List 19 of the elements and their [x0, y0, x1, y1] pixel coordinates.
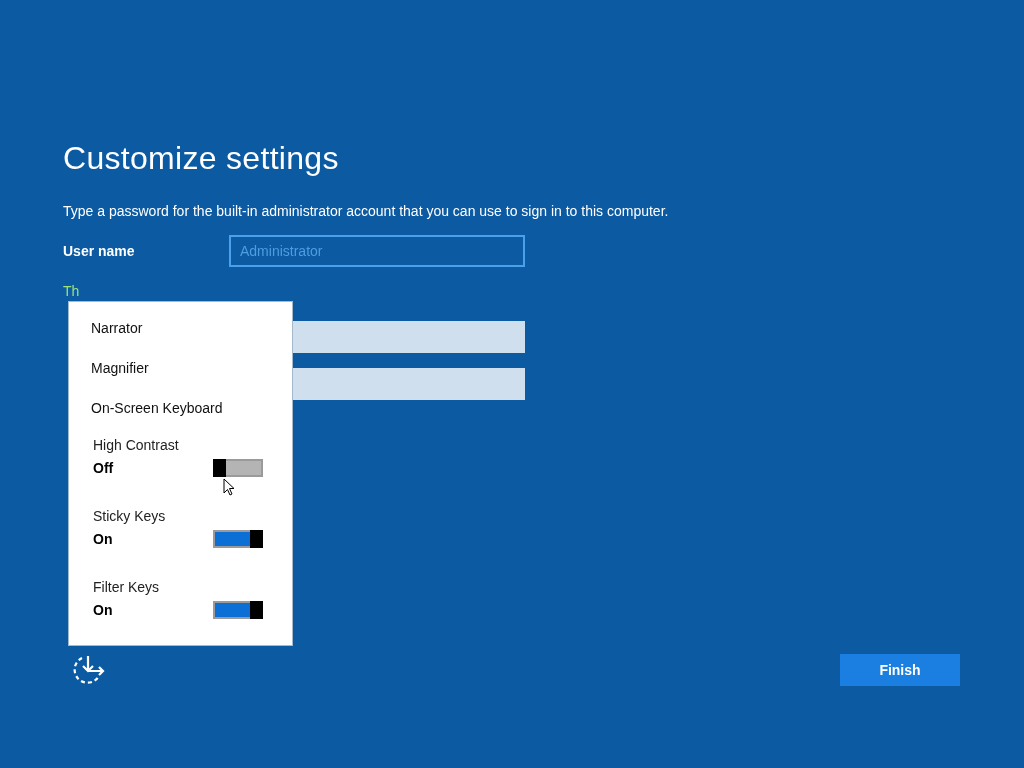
- toggle-label: Sticky Keys: [93, 508, 167, 524]
- field-label: User name: [63, 243, 136, 259]
- toggle-state: Off: [93, 460, 114, 476]
- menu-item[interactable]: On-Screen Keyboard: [91, 397, 223, 418]
- toggle-switch[interactable]: [213, 601, 263, 619]
- toggle-switch[interactable]: [213, 459, 263, 477]
- toggle-label: High Contrast: [93, 437, 180, 453]
- menu-item[interactable]: Narrator: [91, 317, 143, 338]
- toggle-state: On: [93, 602, 113, 618]
- hint-text: Th: [63, 283, 80, 299]
- toggle-state: On: [93, 531, 113, 547]
- menu-item[interactable]: Magnifier: [91, 357, 149, 378]
- toggle-label: Filter Keys: [93, 579, 161, 595]
- page-title: Customize settings: [63, 140, 340, 177]
- finish-button[interactable]: Finish: [840, 654, 960, 686]
- toggle-switch[interactable]: [213, 530, 263, 548]
- description-text: Type a password for the built-in administrator account that you can use to sign in to this computer.: [63, 203, 670, 219]
- input-field[interactable]: Administrator: [229, 235, 525, 267]
- cursor-icon: [223, 478, 237, 498]
